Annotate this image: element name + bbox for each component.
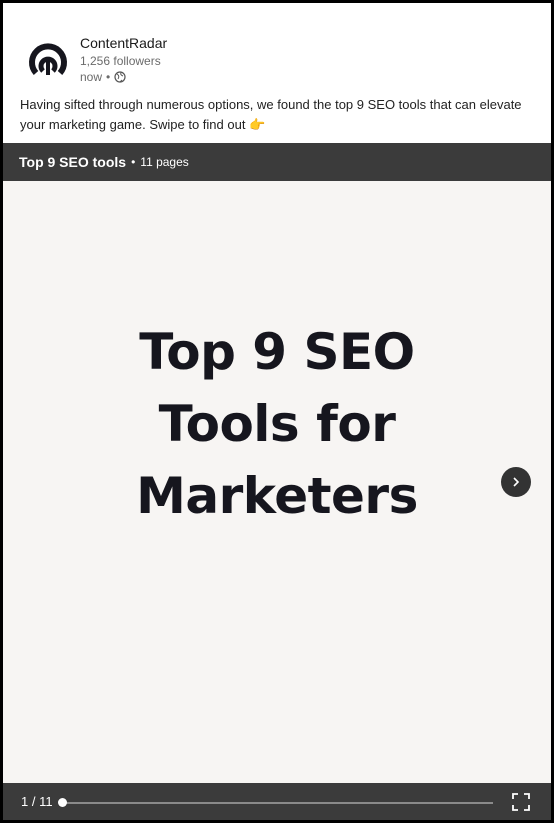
post-text: Having sifted through numerous options, … <box>20 97 522 132</box>
document-page-count: 11 pages <box>140 155 189 169</box>
linkedin-document-post: ContentRadar 1,256 followers now • Havin… <box>0 0 554 823</box>
fullscreen-icon[interactable] <box>511 792 531 812</box>
document-footer: 1 / 11 <box>3 783 551 820</box>
document-slide[interactable]: Top 9 SEO Tools for Marketers <box>3 181 551 783</box>
post-meta: now • <box>80 70 126 84</box>
slide-title: Top 9 SEO Tools for Marketers <box>3 316 551 532</box>
slide-title-line: Marketers <box>136 467 418 525</box>
document-separator: • <box>131 155 136 169</box>
slide-title-line: Top 9 SEO <box>139 323 415 381</box>
document-header: Top 9 SEO tools • 11 pages <box>3 143 551 181</box>
meta-separator: • <box>106 70 111 84</box>
progress-handle[interactable] <box>57 798 67 807</box>
slide-title-line: Tools for <box>158 395 396 453</box>
document-title: Top 9 SEO tools <box>19 154 127 170</box>
company-name[interactable]: ContentRadar <box>80 35 167 51</box>
progress-track[interactable] <box>61 802 493 804</box>
contentradar-logo-icon[interactable] <box>23 35 73 85</box>
next-slide-button[interactable] <box>501 467 531 497</box>
post-time: now <box>80 70 103 84</box>
page-indicator: 1 / 11 <box>21 794 53 809</box>
chevron-right-icon <box>513 477 520 487</box>
post-header: ContentRadar 1,256 followers now • Havin… <box>3 3 551 143</box>
follower-count: 1,256 followers <box>80 54 161 68</box>
globe-icon <box>114 71 126 83</box>
